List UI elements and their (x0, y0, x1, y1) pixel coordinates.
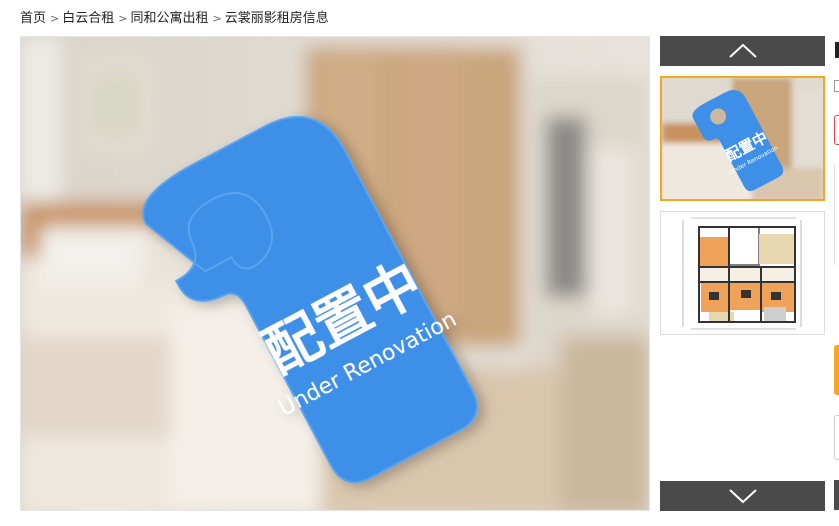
breadcrumb-separator: > (212, 12, 222, 25)
room-photo-image: 配置中 Under Renovation (21, 37, 649, 510)
thumbnail-scroll-up-button[interactable] (660, 36, 825, 66)
breadcrumb-district[interactable]: 白云合租 (62, 11, 114, 26)
breadcrumb-separator: > (118, 12, 128, 25)
thumbnail-rail: 配置中 Under Renovation (660, 36, 825, 511)
chevron-down-icon (728, 489, 757, 504)
breadcrumb-home[interactable]: 首页 (20, 11, 46, 26)
chevron-up-icon (728, 43, 757, 58)
breadcrumb-community[interactable]: 同和公寓出租 (130, 11, 208, 26)
breadcrumb-current: 云裳丽影租房信息 (224, 11, 329, 26)
right-panel-edge (833, 0, 839, 526)
thumbnail-scroll-down-button[interactable] (660, 481, 825, 511)
thumbnail-floor-plan[interactable] (660, 211, 825, 335)
breadcrumb-separator: > (50, 12, 60, 25)
floor-plan-image (661, 212, 824, 334)
breadcrumb: 首页 > 白云合租 > 同和公寓出租 > 云裳丽影租房信息 (20, 7, 329, 26)
thumbnail-renovation-image: 配置中 Under Renovation (662, 78, 823, 199)
thumbnail-renovation[interactable]: 配置中 Under Renovation (660, 76, 825, 201)
main-photo[interactable]: 配置中 Under Renovation (20, 36, 650, 511)
